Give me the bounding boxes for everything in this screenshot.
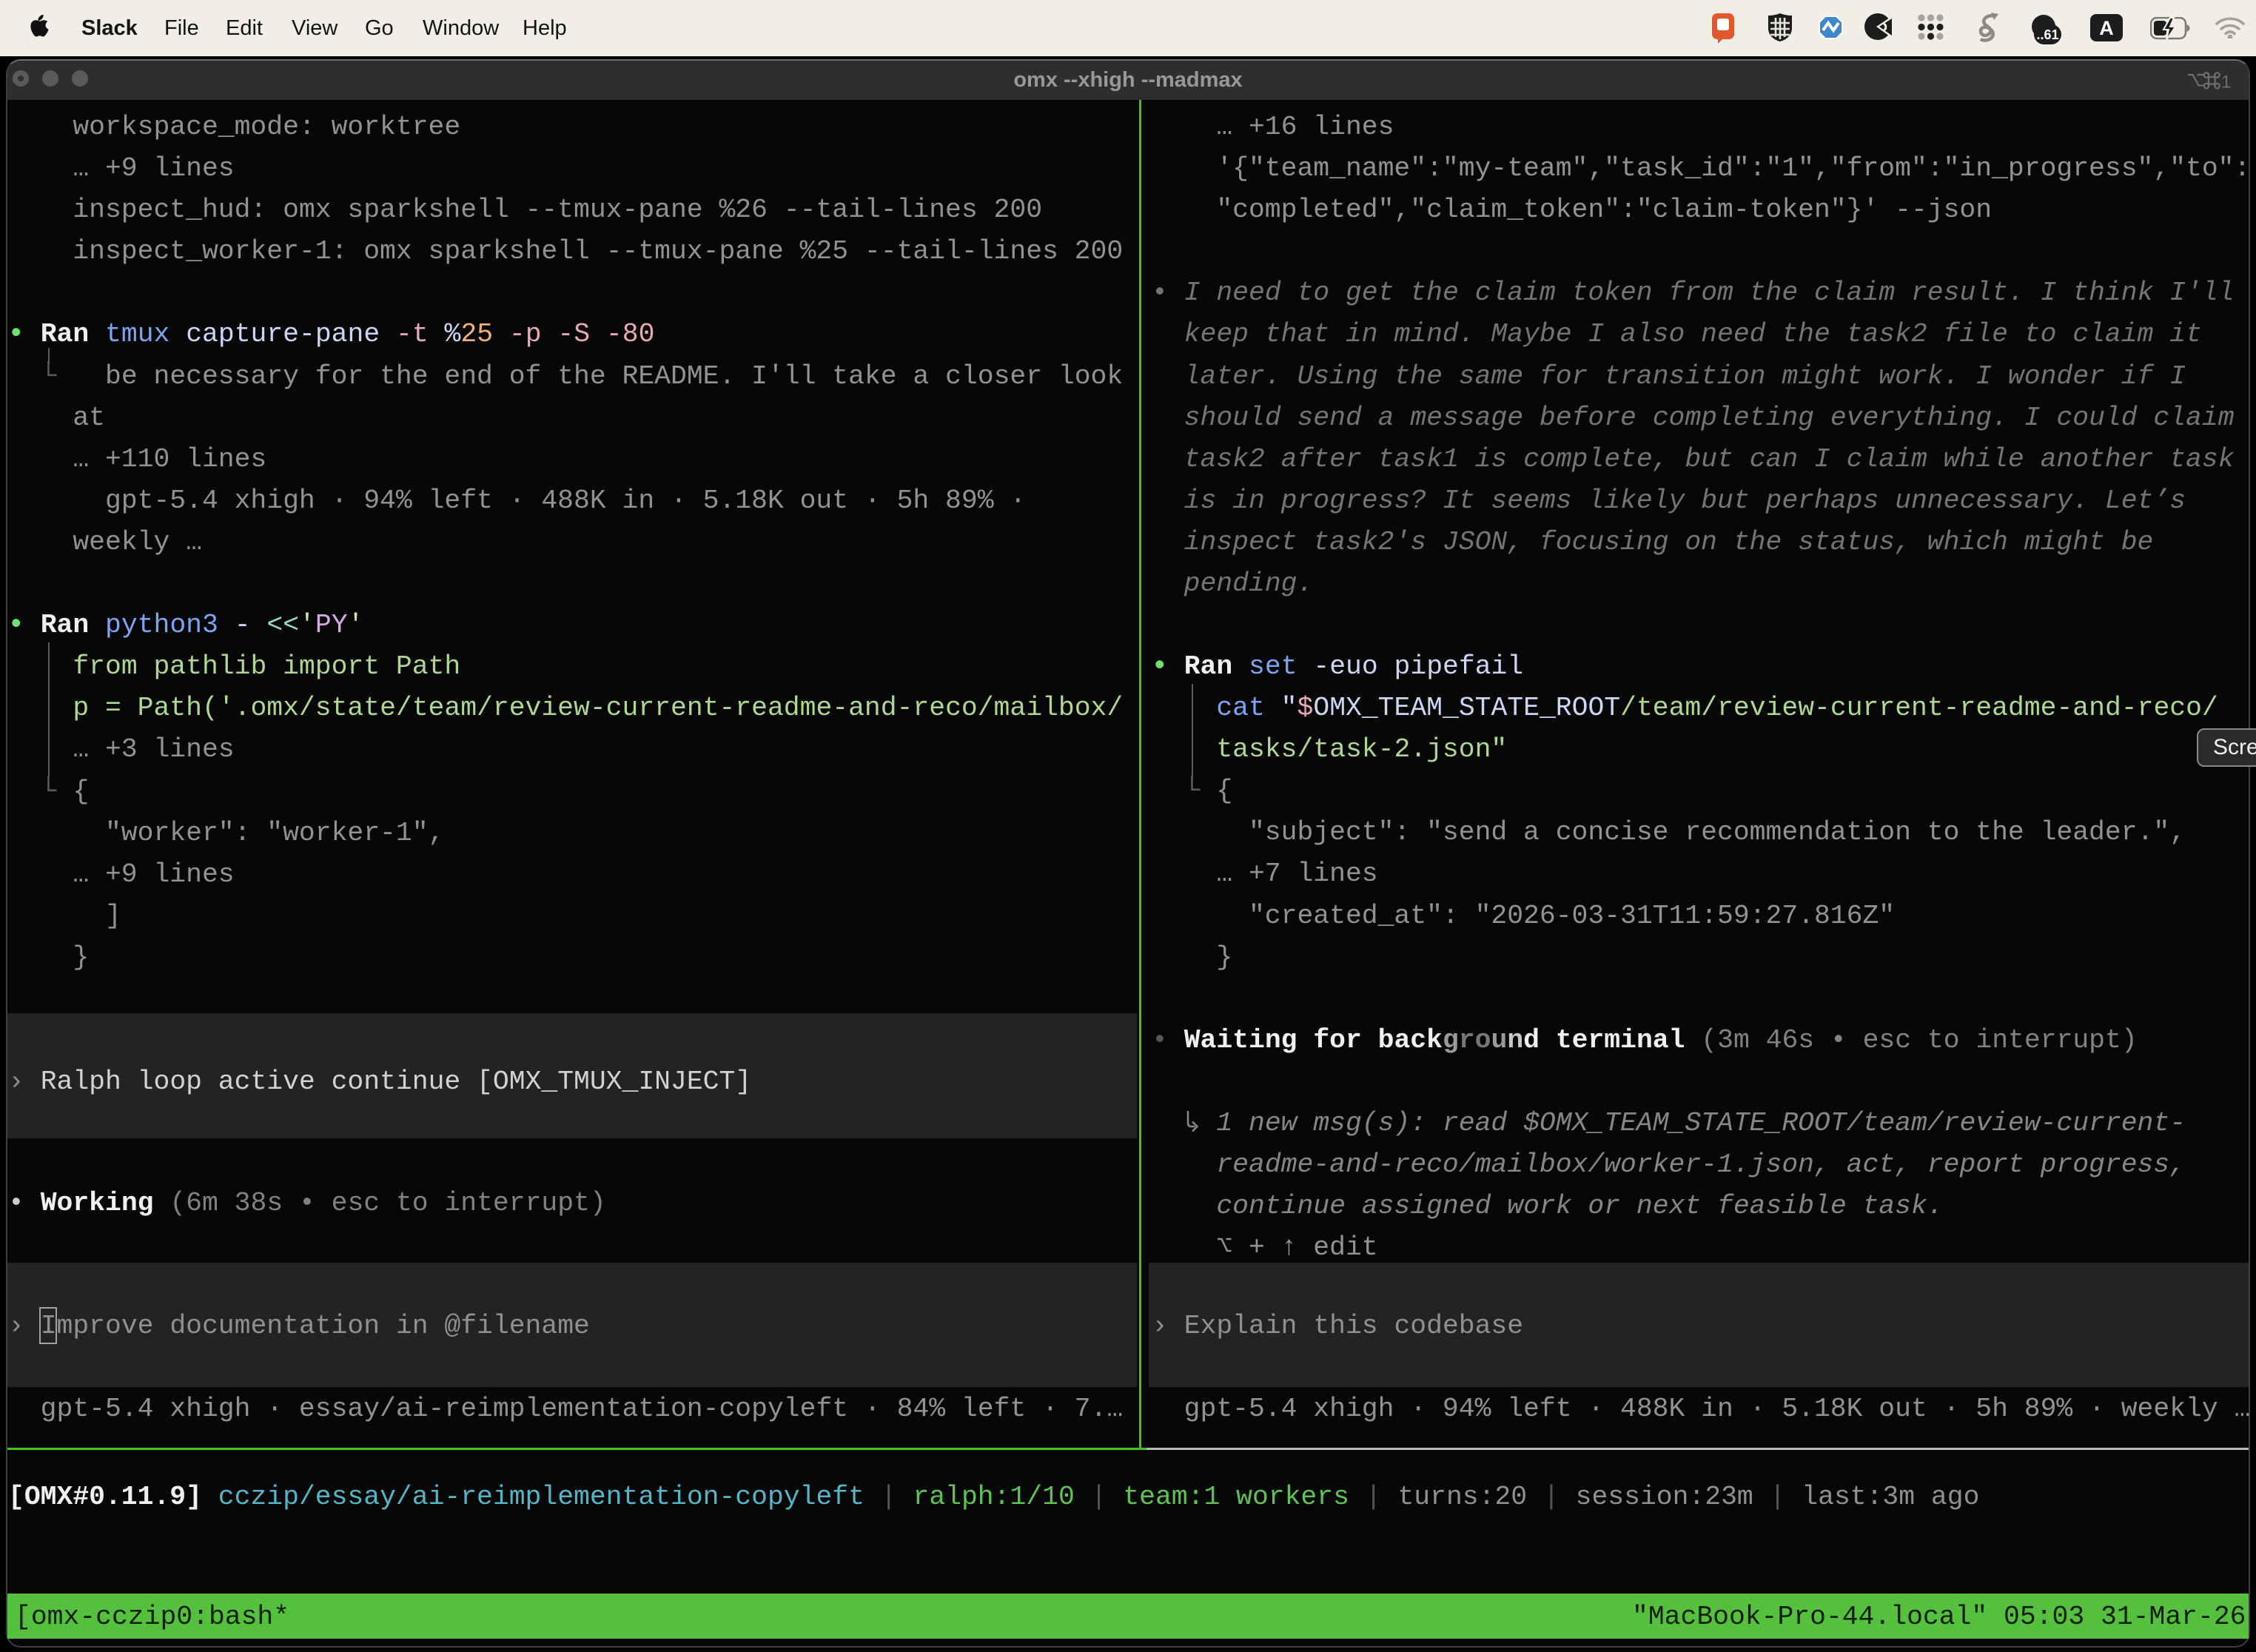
svg-text:1: 1 [2221,73,2231,91]
svg-text:A: A [2099,17,2114,39]
svg-text:..61: ..61 [2036,27,2058,42]
